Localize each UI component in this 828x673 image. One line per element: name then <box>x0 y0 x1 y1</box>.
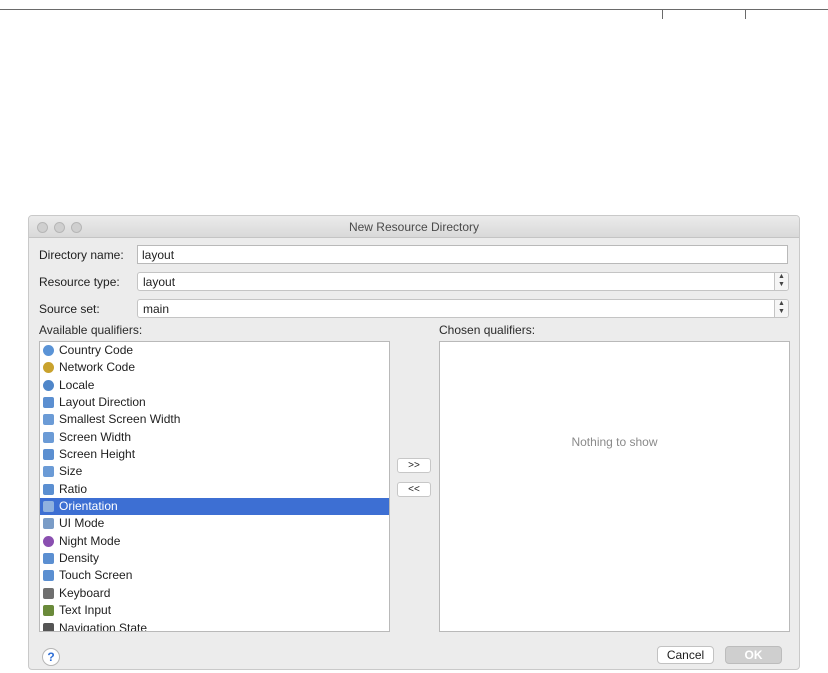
qualifier-item[interactable]: Navigation State <box>40 620 389 632</box>
chosen-qualifiers-list[interactable]: Nothing to show <box>439 341 790 632</box>
add-qualifier-button[interactable]: >> <box>397 458 431 473</box>
qualifier-item[interactable]: Network Code <box>40 359 389 376</box>
qualifier-label: Density <box>59 551 100 566</box>
qualifier-label: Night Mode <box>59 533 121 548</box>
qualifier-label: UI Mode <box>59 516 105 531</box>
qualifier-item[interactable]: Touch Screen <box>40 567 389 584</box>
qualifier-label: Screen Height <box>59 447 136 462</box>
cancel-button[interactable]: Cancel <box>657 646 714 664</box>
source-set-label: Source set: <box>39 302 100 316</box>
qualifier-label: Touch Screen <box>59 568 133 583</box>
qualifier-item[interactable]: Text Input <box>40 602 389 619</box>
resource-type-label: Resource type: <box>39 275 120 289</box>
qualifier-label: Size <box>59 464 83 479</box>
text-input-icon <box>43 605 54 617</box>
new-resource-directory-dialog: New Resource Directory Directory name: R… <box>28 215 800 670</box>
help-button[interactable]: ? <box>42 648 60 666</box>
network-globe-icon <box>43 362 54 374</box>
touch-screen-icon <box>43 570 54 582</box>
available-qualifiers-label: Available qualifiers: <box>39 323 143 337</box>
qualifier-item[interactable]: Orientation <box>40 498 389 516</box>
divider-tick <box>745 9 746 19</box>
remove-qualifier-button[interactable]: << <box>397 482 431 497</box>
qualifier-label: Ratio <box>59 481 88 496</box>
qualifier-label: Layout Direction <box>59 395 146 410</box>
smallest-width-icon <box>43 414 54 426</box>
layout-direction-icon <box>43 397 54 409</box>
available-qualifiers-list[interactable]: Country Code Network Code Locale Layout Dir… <box>39 341 390 632</box>
screen-height-icon <box>43 449 54 461</box>
title-bar: New Resource Directory <box>29 216 799 238</box>
qualifier-item[interactable]: Size <box>40 463 389 480</box>
resource-type-value: layout <box>143 275 176 289</box>
qualifier-label: Orientation <box>59 499 118 514</box>
size-icon <box>43 466 54 478</box>
qualifier-label: Country Code <box>59 343 134 357</box>
qualifier-item[interactable]: Smallest Screen Width <box>40 411 389 428</box>
qualifier-item[interactable]: Screen Width <box>40 429 389 446</box>
divider-tick <box>662 9 663 19</box>
qualifier-item[interactable]: Density <box>40 550 389 567</box>
keyboard-icon <box>43 587 54 599</box>
directory-name-label: Directory name: <box>39 248 124 262</box>
qualifier-item[interactable]: Keyboard <box>40 585 389 602</box>
source-set-value: main <box>143 302 170 316</box>
qualifier-item[interactable]: Night Mode <box>40 533 389 550</box>
navigation-state-icon <box>43 622 54 631</box>
screen-width-icon <box>43 431 54 443</box>
qualifier-label: Navigation State <box>59 620 148 632</box>
up-down-arrows-icon: ▲ ▼ <box>774 300 788 317</box>
qualifier-item[interactable]: Layout Direction <box>40 394 389 411</box>
qualifier-label: Screen Width <box>59 429 132 444</box>
top-divider-line <box>0 9 828 19</box>
night-mode-icon <box>43 535 54 547</box>
orientation-icon <box>43 501 54 513</box>
resource-type-select[interactable]: layout ▲ ▼ <box>137 272 789 291</box>
window-title: New Resource Directory <box>348 220 480 234</box>
ratio-icon <box>43 483 54 495</box>
qualifier-label: Network Code <box>59 360 136 375</box>
empty-state-text: Nothing to show <box>571 435 658 449</box>
directory-name-field[interactable] <box>137 245 788 264</box>
source-set-select[interactable]: main ▲ ▼ <box>137 299 789 318</box>
density-icon <box>43 553 54 565</box>
qualifier-item[interactable]: Screen Height <box>40 446 389 463</box>
qualifier-label: Locale <box>59 377 95 392</box>
chosen-qualifiers-label: Chosen qualifiers: <box>439 323 536 337</box>
ok-button[interactable]: OK <box>725 646 782 664</box>
qualifier-item[interactable]: UI Mode <box>40 515 389 532</box>
qualifier-label: Keyboard <box>59 585 111 600</box>
globe-flag-icon <box>43 345 54 356</box>
ui-mode-icon <box>43 518 54 530</box>
qualifier-item[interactable]: Country Code <box>40 342 389 359</box>
qualifier-label: Text Input <box>59 603 112 618</box>
qualifier-item[interactable]: Locale <box>40 377 389 394</box>
globe-icon <box>43 379 54 391</box>
qualifier-label: Smallest Screen Width <box>59 412 181 427</box>
qualifier-item[interactable]: Ratio <box>40 481 389 498</box>
up-down-arrows-icon: ▲ ▼ <box>774 273 788 290</box>
